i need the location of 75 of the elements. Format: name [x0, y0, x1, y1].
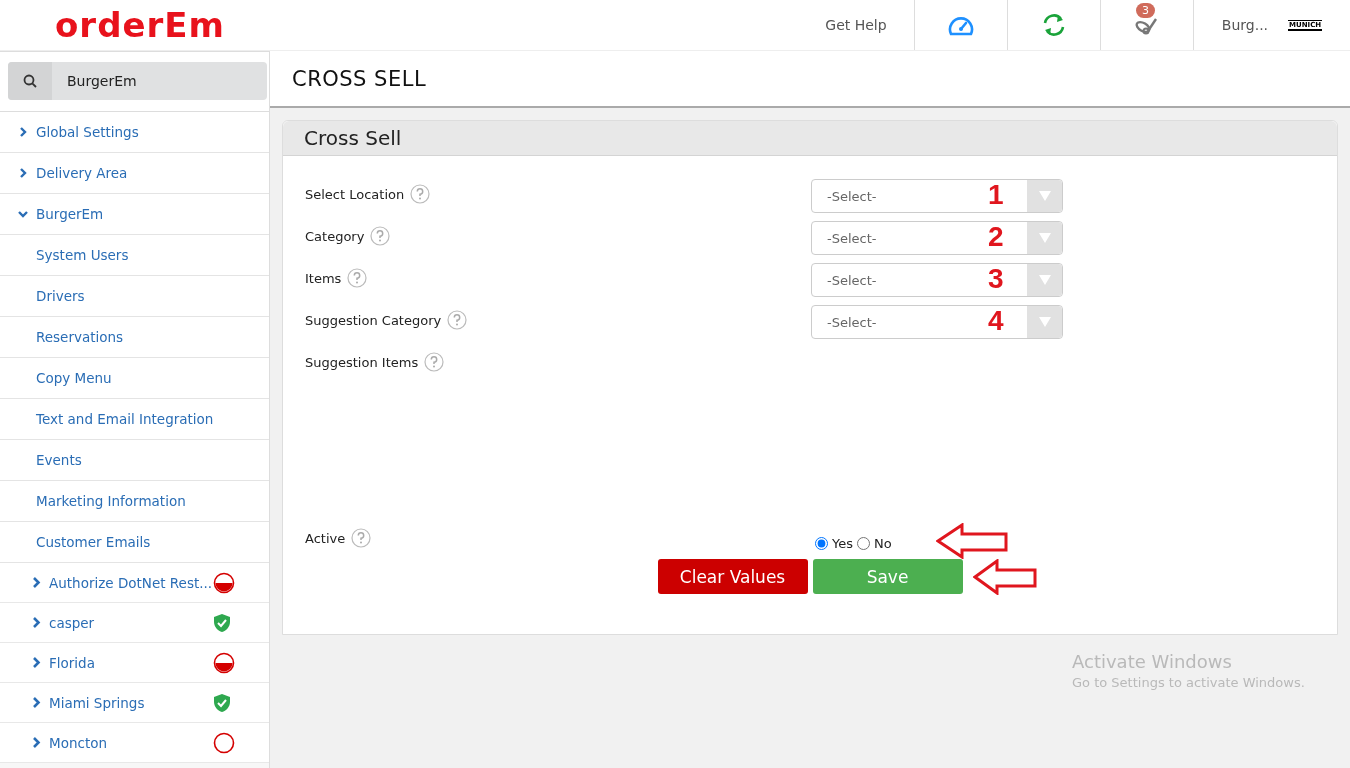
help-icon[interactable] — [424, 352, 445, 372]
select-dropdown[interactable]: -Select- 2 — [811, 221, 1063, 255]
sidebar-subitem[interactable]: Customer Emails — [0, 522, 269, 563]
location-name: Moncton — [49, 734, 108, 751]
help-icon[interactable] — [410, 184, 431, 204]
sidebar-subitem[interactable]: Drivers — [0, 276, 269, 317]
radio-button[interactable] — [815, 536, 828, 550]
select-dropdown[interactable]: -Select- 3 — [811, 263, 1063, 297]
clear-button[interactable]: Clear Values — [657, 559, 808, 594]
search-field[interactable]: BurgerEm — [8, 62, 267, 100]
sidebar-subitem[interactable]: Text and Email Integration — [0, 399, 269, 440]
sidebar-item-label: BurgerEm — [36, 206, 104, 222]
field-label: Category — [305, 228, 365, 244]
field-label: Active — [305, 530, 346, 546]
sidebar-item[interactable]: BurgerEm — [0, 194, 269, 235]
location-item[interactable]: Authorize DotNet Rest... — [0, 563, 269, 603]
radio-label: Yes — [832, 535, 853, 551]
sidebar-item[interactable]: Delivery Area — [0, 153, 269, 194]
help-icon[interactable] — [447, 310, 468, 330]
closed-status-icon — [213, 571, 235, 594]
caret-down-icon — [1038, 191, 1051, 201]
select-dropdown[interactable]: -Select- 4 — [811, 305, 1063, 339]
sidebar-subitem[interactable]: Events — [0, 440, 269, 481]
location-name: Miami Springs — [49, 694, 146, 711]
radio-label: No — [874, 535, 892, 551]
select-dropdown[interactable]: -Select- 1 — [811, 179, 1063, 213]
location-item[interactable]: Miami Springs — [0, 683, 269, 723]
get-help-link[interactable]: Get Help — [798, 0, 914, 50]
location-item[interactable]: casper — [0, 603, 269, 643]
account-name[interactable]: Burg... — [1221, 17, 1269, 33]
chevron-right-icon — [32, 697, 41, 708]
shield-check-icon — [213, 612, 231, 633]
radio-button[interactable] — [857, 536, 870, 550]
caret-down-icon — [1038, 275, 1051, 285]
watermark-text: Go to Settings to activate Windows. — [1072, 675, 1305, 690]
notification-badge: 3 — [1136, 3, 1155, 18]
chevron-right-icon — [32, 577, 41, 588]
annotation-number: 1 — [988, 179, 1004, 211]
annotation-number: 4 — [988, 305, 1004, 337]
location-name: casper — [49, 614, 96, 631]
annotation-number: 2 — [988, 221, 1004, 253]
empty-circle-icon — [213, 731, 235, 754]
search-icon — [23, 74, 37, 88]
page-title: CROSS SELL — [292, 66, 427, 91]
chevron-right-icon — [32, 657, 41, 668]
caret-down-icon — [1038, 233, 1051, 243]
watermark-title: Activate Windows — [1072, 651, 1233, 672]
annotation-number: 3 — [988, 263, 1004, 295]
location-name: Florida — [49, 654, 96, 671]
caret-down-icon — [1038, 317, 1051, 327]
sidebar-item-label: Delivery Area — [36, 165, 128, 181]
sidebar-subitem[interactable]: Marketing Information — [0, 481, 269, 522]
closed-status-icon — [213, 651, 235, 674]
help-icon[interactable] — [370, 226, 391, 246]
location-name: Authorize DotNet Rest... — [49, 574, 213, 591]
help-icon[interactable] — [351, 528, 372, 548]
refresh-icon[interactable] — [1041, 12, 1067, 38]
help-icon[interactable] — [347, 268, 368, 288]
chevron-right-icon — [32, 617, 41, 628]
panel-header: Cross Sell — [283, 121, 1337, 156]
sidebar-item[interactable]: Global Settings — [0, 112, 269, 153]
sidebar-subitem[interactable]: System Users — [0, 235, 269, 276]
field-label: Select Location — [305, 186, 405, 202]
speedometer-icon[interactable] — [948, 14, 974, 36]
sidebar-item-label: Global Settings — [36, 124, 139, 140]
field-label: Items — [305, 270, 342, 286]
location-item[interactable]: Florida — [0, 643, 269, 683]
shield-check-icon — [213, 692, 231, 713]
field-label: Suggestion Items — [305, 354, 419, 370]
chevron-right-icon — [32, 737, 41, 748]
location-item[interactable]: Moncton — [0, 723, 269, 763]
sidebar-subitem[interactable]: Copy Menu — [0, 358, 269, 399]
sidebar-subitem[interactable]: Reservations — [0, 317, 269, 358]
field-label: Suggestion Category — [305, 312, 442, 328]
app-logo[interactable]: orderEm — [55, 5, 225, 45]
